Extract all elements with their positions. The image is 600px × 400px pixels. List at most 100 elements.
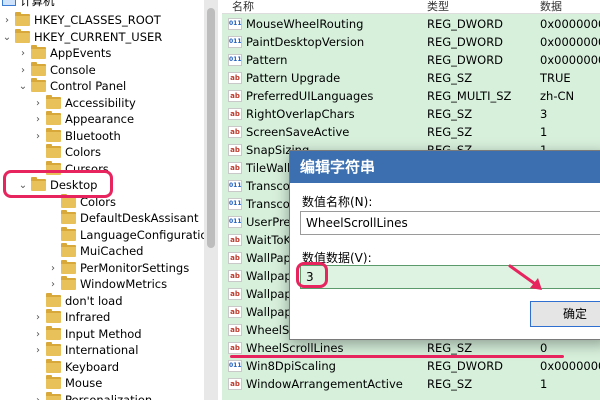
folder-icon (46, 94, 61, 109)
row-name: WallPap (246, 251, 291, 265)
chevron-right-icon[interactable]: › (33, 111, 43, 128)
binary-value-icon: 011 (228, 198, 242, 210)
folder-icon (31, 45, 46, 59)
table-row[interactable]: 011 PaintDesktopVersion REG_DWORD 0x0000000… (222, 33, 600, 51)
table-row[interactable]: 011 Win8DpiScaling REG_DWORD 0x0000000 (222, 357, 600, 375)
chevron-right-icon[interactable]: › (48, 260, 58, 277)
folder-icon (46, 391, 61, 400)
folder-icon (46, 325, 61, 340)
chevron-right-icon[interactable]: › (33, 392, 43, 400)
value-name-field[interactable]: WheelScrollLines (300, 211, 600, 235)
string-value-icon: ab (228, 306, 242, 318)
value-highlight (296, 262, 328, 288)
string-value-icon: ab (228, 90, 242, 102)
column-header-name[interactable]: 名称 (232, 0, 254, 13)
dialog-title[interactable]: 编辑字符串 (290, 151, 600, 183)
string-value-icon: ab (228, 288, 242, 300)
tree-item-label: Mouse (65, 376, 103, 390)
row-name: TileWall (246, 161, 291, 175)
table-row[interactable]: 011 Pattern REG_DWORD 0x00000000 (222, 51, 600, 69)
row-name: RightOverlapChars (246, 107, 355, 121)
row-name: WaitToK (246, 233, 292, 247)
tree-item-label: Console (50, 62, 96, 77)
binary-value-icon: 011 (228, 180, 242, 192)
ok-button[interactable]: 确定 (530, 301, 600, 327)
binary-value-icon: 011 (228, 18, 242, 30)
folder-icon (15, 12, 30, 26)
row-type: REG_SZ (427, 377, 473, 391)
table-row[interactable]: ab RightOverlapChars REG_SZ 3 (222, 105, 600, 123)
chevron-right-icon[interactable]: › (18, 45, 28, 62)
chevron-right-icon[interactable]: › (33, 342, 43, 359)
table-row[interactable]: ab Pattern Upgrade REG_SZ TRUE (222, 69, 600, 87)
row-name: MouseWheelRouting (246, 17, 364, 31)
tree-item-label: Accessibility (65, 95, 136, 110)
tree-item-label: Control Panel (50, 79, 127, 93)
folder-icon (31, 78, 46, 92)
folder-icon (46, 375, 61, 389)
binary-value-icon: 011 (228, 360, 242, 372)
string-value-icon: ab (228, 162, 242, 174)
tree-item-label: Personalization (65, 392, 153, 400)
row-type: REG_DWORD (427, 359, 504, 373)
row-name: PaintDesktopVersion (246, 35, 365, 49)
row-name: Transco (246, 197, 290, 211)
arrow-icon (508, 264, 542, 290)
string-value-icon: ab (228, 270, 242, 282)
tree-item-label: Bluetooth (65, 128, 121, 143)
row-name: PreferredUILanguages (246, 89, 374, 103)
row-type: REG_SZ (427, 71, 473, 85)
column-header-type[interactable]: 类型 (427, 0, 449, 13)
binary-value-icon: 011 (228, 36, 242, 48)
chevron-right-icon[interactable]: › (33, 326, 43, 343)
row-name: ScreenSaveActive (246, 125, 350, 139)
string-value-icon: ab (228, 252, 242, 264)
row-name: Wallpap (246, 269, 292, 283)
tree-item-label: Appearance (65, 112, 135, 126)
tree-scrollbar-thumb[interactable] (207, 8, 215, 248)
chevron-right-icon[interactable]: › (18, 62, 28, 79)
computer-icon (2, 0, 16, 6)
table-row[interactable]: 011 MouseWheelRouting REG_DWORD 0x00000000 (222, 15, 600, 33)
string-value-icon: ab (228, 108, 242, 120)
value-data-input[interactable]: 3 (300, 265, 600, 289)
row-data: 0x00000000 (540, 53, 600, 67)
row-data: 0x0000000 (540, 359, 600, 373)
tree-scrollbar[interactable] (204, 0, 218, 400)
folder-icon (46, 127, 61, 142)
tree-item-label: AppEvents (50, 46, 112, 60)
folder-icon (31, 61, 46, 76)
tree-item-label: Input Method (65, 326, 142, 341)
row-name: Pattern Upgrade (246, 71, 341, 85)
column-header-data[interactable]: 数据 (540, 0, 562, 13)
tree-item-label: WindowMetrics (80, 277, 168, 291)
tree-item-label: PerMonitorSettings (80, 260, 190, 275)
tree-item-label: HKEY_CURRENT_USER (34, 29, 163, 44)
row-name: Transco (246, 179, 290, 193)
chevron-right-icon[interactable]: › (33, 128, 43, 145)
table-row[interactable]: ab WindowArrangementActive REG_SZ 1 (222, 375, 600, 393)
row-data: TRUE (540, 71, 571, 85)
desktop-highlight (3, 170, 113, 198)
chevron-down-icon[interactable]: ⌄ (2, 29, 12, 46)
row-data: 0x00000000 (540, 17, 600, 31)
chevron-down-icon[interactable]: ⌄ (18, 78, 28, 95)
chevron-right-icon[interactable]: › (2, 12, 12, 29)
string-value-icon: ab (228, 324, 242, 336)
edit-string-dialog: 编辑字符串 数值名称(N): WheelScrollLines 数值数据(V):… (289, 150, 600, 340)
chevron-right-icon[interactable]: › (33, 95, 43, 112)
table-row[interactable]: ab PreferredUILanguages REG_MULTI_SZ zh-CN (222, 87, 600, 105)
row-type: REG_SZ (427, 125, 473, 139)
table-row[interactable]: ab ScreenSaveActive REG_SZ 1 (222, 123, 600, 141)
chevron-right-icon[interactable]: › (48, 276, 58, 293)
tree-item-label: HKEY_CLASSES_ROOT (34, 13, 161, 27)
row-data: zh-CN (540, 89, 575, 103)
tree-item-label: LanguageConfiguration (80, 227, 204, 242)
chevron-right-icon[interactable]: › (33, 309, 43, 326)
registry-tree[interactable]: 计算机 › HKEY_CLASSES_ROOT ⌄ HKEY_CURRENT_USER… (0, 0, 204, 400)
tree-item-label: MuiCached (80, 244, 144, 258)
folder-icon (61, 210, 76, 224)
folder-icon (61, 243, 76, 257)
row-data: 1 (540, 377, 548, 391)
row-name: Wallpap (246, 305, 292, 319)
